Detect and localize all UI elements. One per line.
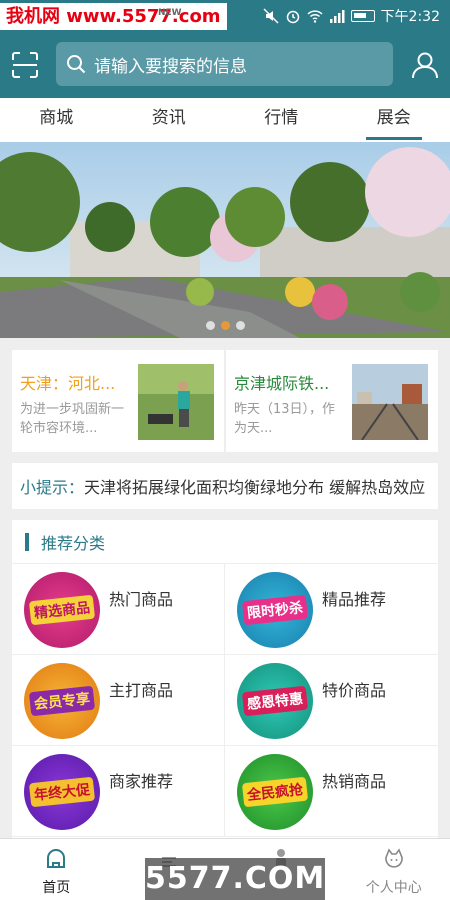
category-item[interactable]: 限时秒杀 精品推荐 [225, 564, 438, 655]
category-label: 特价商品 [322, 681, 387, 700]
search-input[interactable]: 请输入要搜索的信息 [56, 42, 393, 86]
status-bar: 我机网 www.5577.com 下午2:32 [0, 0, 450, 32]
home-icon [47, 849, 66, 868]
signal-icon [329, 10, 345, 23]
nav-profile[interactable]: 个人中心 [338, 839, 450, 900]
profile-icon [384, 848, 403, 868]
news-card[interactable]: 天津：河北... 为进一步巩固新一轮市容环境... [12, 350, 224, 452]
category-badge: 感恩特惠 [241, 685, 309, 717]
banner-image [0, 142, 450, 338]
category-grid: 精选商品 热门商品 限时秒杀 精品推荐 会员专享 主打商品 感恩特惠 特价商品 … [12, 564, 438, 837]
recommended-categories: 推荐分类 精选商品 热门商品 限时秒杀 精品推荐 会员专享 主打商品 感恩特惠 … [12, 520, 438, 840]
news-card[interactable]: 京津城际铁... 昨天（13日），作为天... [226, 350, 438, 452]
category-icon-discount: 感恩特惠 [237, 663, 313, 739]
tip-label: 小提示： [20, 478, 85, 497]
category-label: 商家推荐 [109, 772, 174, 791]
category-item[interactable]: 感恩特惠 特价商品 [225, 655, 438, 746]
nav-label: 个人中心 [365, 880, 422, 896]
carousel-dot-active[interactable] [220, 321, 230, 330]
carousel-dots [0, 321, 450, 330]
category-icon-bestseller: 全民疯抢 [237, 754, 313, 830]
category-item[interactable]: 会员专享 主打商品 [12, 655, 225, 746]
category-label: 精品推荐 [322, 590, 387, 609]
category-icon-featured: 限时秒杀 [237, 572, 313, 648]
news-desc: 为进一步巩固新一轮市容环境... [20, 402, 125, 436]
tip-text: 天津将拓展绿化面积均衡绿地分布 缓解热岛效应 [84, 478, 426, 497]
category-item[interactable]: 全民疯抢 热销商品 [225, 746, 438, 837]
category-badge: 限时秒杀 [241, 594, 309, 626]
news-desc: 昨天（13日），作为天... [234, 402, 336, 436]
section-title: 推荐分类 [41, 533, 106, 553]
tip-banner[interactable]: 小提示： 天津将拓展绿化面积均衡绿地分布 缓解热岛效应 [12, 463, 438, 509]
watermark-overlay: 5577.COM [145, 858, 325, 900]
battery-icon [350, 10, 375, 22]
scan-icon[interactable] [10, 50, 40, 80]
wifi-icon [307, 10, 323, 23]
watermark-logo: 我机网 www.5577.com [0, 3, 227, 30]
banner-carousel[interactable] [0, 142, 450, 338]
nav-label: 首页 [42, 880, 71, 896]
category-label: 主打商品 [109, 681, 174, 700]
carousel-dot[interactable] [235, 321, 245, 330]
category-badge: 精选商品 [28, 594, 96, 626]
category-badge: 会员专享 [28, 685, 96, 717]
news-title: 天津：河北... [20, 374, 116, 393]
section-accent-bar [25, 532, 29, 551]
news-cards: 天津：河北... 为进一步巩固新一轮市容环境... 京津城际铁... 昨天（13… [12, 350, 438, 452]
alarm-icon [286, 10, 299, 24]
mute-icon [263, 8, 279, 24]
user-icon[interactable] [410, 50, 440, 80]
tab-exhibition[interactable]: 展会 [338, 98, 450, 142]
category-badge: 年终大促 [28, 776, 96, 808]
search-icon [67, 55, 86, 74]
category-item[interactable]: 年终大促 商家推荐 [12, 746, 225, 837]
tab-news[interactable]: 资讯 [113, 98, 226, 142]
category-tabs: 商城 资讯 行情 展会 [0, 98, 450, 142]
category-item[interactable]: 精选商品 热门商品 [12, 564, 225, 655]
category-icon-merchant: 年终大促 [24, 754, 100, 830]
status-time: 下午2:32 [380, 9, 440, 25]
news-thumbnail [352, 364, 428, 440]
carousel-dot[interactable] [205, 321, 215, 330]
news-title: 京津城际铁... [234, 374, 330, 393]
tab-mall[interactable]: 商城 [0, 98, 113, 142]
category-label: 热门商品 [109, 590, 174, 609]
nav-home[interactable]: 首页 [0, 839, 113, 900]
category-badge: 全民疯抢 [241, 776, 309, 808]
status-icons: 下午2:32 [263, 0, 440, 32]
category-icon-main: 会员专享 [24, 663, 100, 739]
section-header: 推荐分类 [12, 520, 438, 564]
category-icon-hot: 精选商品 [24, 572, 100, 648]
tab-market[interactable]: 行情 [225, 98, 338, 142]
search-placeholder: 请输入要搜索的信息 [94, 56, 247, 77]
category-label: 热销商品 [322, 772, 387, 791]
news-thumbnail [138, 364, 214, 440]
new-badge: NEW [158, 8, 182, 18]
app-header: 请输入要搜索的信息 [0, 32, 450, 98]
